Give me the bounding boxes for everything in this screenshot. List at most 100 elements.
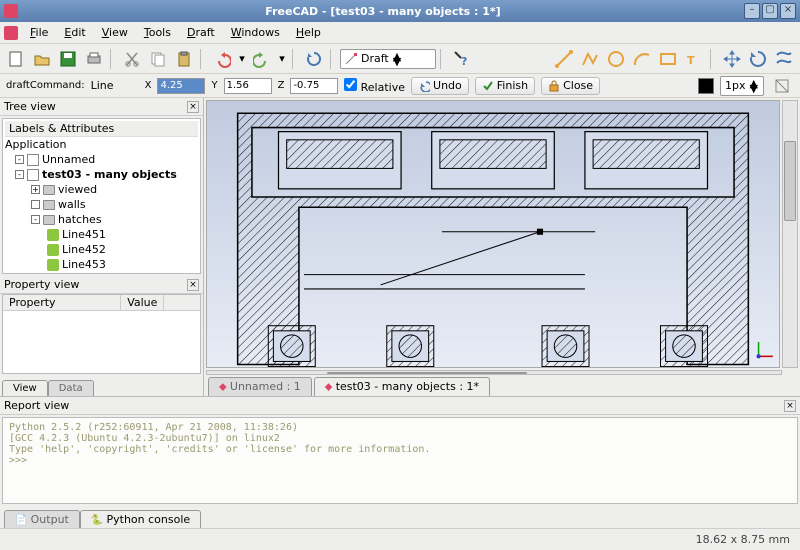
minimize-button[interactable]: – bbox=[744, 3, 760, 19]
draft-line-button[interactable] bbox=[552, 47, 576, 71]
horizontal-scrollbar[interactable] bbox=[206, 370, 782, 375]
tab-output[interactable]: 📄 Output bbox=[4, 510, 80, 528]
redo-button[interactable] bbox=[250, 47, 274, 71]
tree-root[interactable]: Application bbox=[5, 137, 198, 152]
menu-draft[interactable]: Draft bbox=[179, 24, 223, 41]
new-button[interactable] bbox=[4, 47, 28, 71]
tree-item[interactable]: walls bbox=[5, 197, 198, 212]
open-button[interactable] bbox=[30, 47, 54, 71]
property-view-title[interactable]: Property view× bbox=[0, 276, 203, 294]
menu-file[interactable]: File bbox=[22, 24, 56, 41]
tree-item[interactable]: + viewed bbox=[5, 182, 198, 197]
vertical-scrollbar[interactable] bbox=[782, 100, 798, 368]
whats-this-button[interactable]: ? bbox=[450, 47, 474, 71]
tree-item[interactable]: - Unnamed bbox=[5, 152, 198, 167]
tree-view[interactable]: Labels & Attributes Application - Unnamed… bbox=[2, 118, 201, 274]
workbench-selector[interactable]: Draft ▲▼ bbox=[340, 49, 436, 69]
expand-toggle[interactable]: - bbox=[15, 170, 24, 179]
maximize-button[interactable]: ▢ bbox=[762, 3, 778, 19]
status-dimensions: 18.62 x 8.75 mm bbox=[696, 533, 790, 546]
menu-windows[interactable]: Windows bbox=[223, 24, 288, 41]
folder-icon bbox=[43, 215, 55, 225]
z-input[interactable] bbox=[290, 78, 338, 94]
report-view-title[interactable]: Report view× bbox=[0, 397, 800, 415]
tree-item-label: hatches bbox=[58, 213, 102, 226]
expand-toggle[interactable]: - bbox=[15, 155, 24, 164]
draft-rotate-button[interactable] bbox=[746, 47, 770, 71]
tree-item[interactable]: Line454 bbox=[5, 272, 198, 274]
tree-item-label: viewed bbox=[58, 183, 97, 196]
property-view-close[interactable]: × bbox=[187, 279, 199, 291]
refresh-button[interactable] bbox=[302, 47, 326, 71]
draft-text-button[interactable]: T bbox=[682, 47, 706, 71]
relative-checkbox[interactable]: Relative bbox=[344, 78, 405, 94]
property-table: Property Value bbox=[2, 294, 201, 374]
tree-item[interactable]: - hatches bbox=[5, 212, 198, 227]
line-icon bbox=[47, 229, 59, 241]
draft-wire-button[interactable] bbox=[578, 47, 602, 71]
statusbar: 18.62 x 8.75 mm bbox=[0, 528, 800, 550]
app-menu-icon bbox=[4, 26, 18, 40]
document-icon bbox=[27, 169, 39, 181]
draft-move-button[interactable] bbox=[720, 47, 744, 71]
tab-python-console[interactable]: 🐍 Python console bbox=[80, 510, 201, 528]
save-button[interactable] bbox=[56, 47, 80, 71]
menu-edit[interactable]: Edit bbox=[56, 24, 93, 41]
draft-circle-button[interactable] bbox=[604, 47, 628, 71]
drawing bbox=[207, 101, 779, 367]
3d-canvas[interactable] bbox=[206, 100, 780, 368]
y-input[interactable] bbox=[224, 78, 272, 94]
line-color-chip[interactable] bbox=[698, 78, 714, 94]
menubar: File Edit View Tools Draft Windows Help bbox=[0, 22, 800, 44]
tab-view[interactable]: View bbox=[2, 380, 48, 396]
redo-dropdown[interactable]: ▾ bbox=[276, 47, 288, 71]
menu-view[interactable]: View bbox=[94, 24, 136, 41]
menu-tools[interactable]: Tools bbox=[136, 24, 179, 41]
tree-item-label: test03 - many objects bbox=[42, 168, 177, 181]
cut-button[interactable] bbox=[120, 47, 144, 71]
tree-view-close[interactable]: × bbox=[187, 101, 199, 113]
tree-view-title[interactable]: Tree view× bbox=[0, 98, 203, 116]
tree-item[interactable]: Line453 bbox=[5, 257, 198, 272]
doc-tab-unnamed[interactable]: ⬥ Unnamed : 1 bbox=[208, 377, 312, 396]
python-console-output[interactable]: Python 2.5.2 (r252:60911, Apr 21 2008, 1… bbox=[2, 417, 798, 504]
property-col-property[interactable]: Property bbox=[3, 295, 121, 310]
axis-indicator bbox=[757, 342, 773, 358]
expand-toggle[interactable]: + bbox=[31, 185, 40, 194]
tree-item[interactable]: Line452 bbox=[5, 242, 198, 257]
draft-offset-button[interactable] bbox=[772, 47, 796, 71]
linewidth-selector[interactable]: 1px▲▼ bbox=[720, 76, 764, 96]
tree-header[interactable]: Labels & Attributes bbox=[5, 121, 198, 137]
tree-item-label: Line452 bbox=[62, 243, 106, 256]
copy-button[interactable] bbox=[146, 47, 170, 71]
app-icon bbox=[4, 4, 18, 18]
check-icon bbox=[482, 80, 494, 92]
expand-toggle[interactable] bbox=[31, 200, 40, 209]
doc-tab-test03[interactable]: ⬥ test03 - many objects : 1* bbox=[314, 377, 490, 396]
menu-help[interactable]: Help bbox=[288, 24, 329, 41]
x-input[interactable] bbox=[157, 78, 205, 94]
tree-item-label: Unnamed bbox=[42, 153, 95, 166]
report-view: Report view× Python 2.5.2 (r252:60911, A… bbox=[0, 396, 800, 528]
tree-item[interactable]: - test03 - many objects bbox=[5, 167, 198, 182]
undo-dropdown[interactable]: ▾ bbox=[236, 47, 248, 71]
close-window-button[interactable]: × bbox=[780, 3, 796, 19]
draft-arc-button[interactable] bbox=[630, 47, 654, 71]
style-apply-button[interactable] bbox=[770, 74, 794, 98]
paste-button[interactable] bbox=[172, 47, 196, 71]
report-view-close[interactable]: × bbox=[784, 400, 796, 412]
undo-softbutton[interactable]: Undo bbox=[411, 77, 469, 95]
tree-item[interactable]: Line451 bbox=[5, 227, 198, 242]
property-col-value[interactable]: Value bbox=[121, 295, 164, 310]
tab-data[interactable]: Data bbox=[48, 380, 94, 396]
finish-softbutton[interactable]: Finish bbox=[475, 77, 535, 95]
left-panel: Tree view× Labels & Attributes Applicati… bbox=[0, 98, 204, 396]
undo-button[interactable] bbox=[210, 47, 234, 71]
y-label: Y bbox=[211, 80, 217, 91]
expand-toggle[interactable]: - bbox=[31, 215, 40, 224]
draft-rectangle-button[interactable] bbox=[656, 47, 680, 71]
lock-icon bbox=[548, 80, 560, 92]
close-softbutton[interactable]: Close bbox=[541, 77, 600, 95]
toolbar-separator bbox=[440, 49, 446, 69]
print-button[interactable] bbox=[82, 47, 106, 71]
